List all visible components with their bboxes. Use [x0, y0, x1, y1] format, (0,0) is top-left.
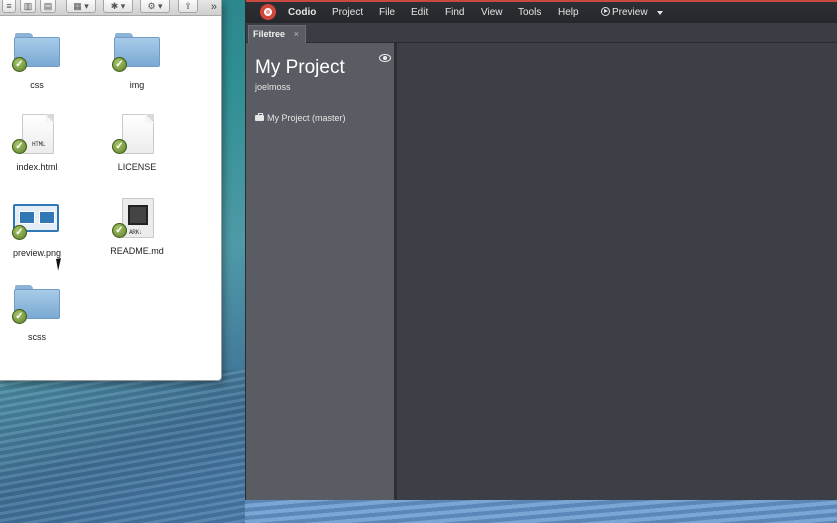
synced-check-icon: ✓: [112, 223, 127, 238]
codio-window: Codio Project File Edit Find View Tools …: [245, 0, 837, 500]
close-icon[interactable]: ×: [294, 26, 299, 42]
filetree-root-label: My Project (master): [267, 113, 346, 123]
codio-logo-icon[interactable]: [260, 4, 276, 20]
doc-type-tag: ARK↓: [129, 229, 143, 236]
toolbar-overflow-icon[interactable]: »: [211, 0, 217, 14]
synced-check-icon: ✓: [12, 57, 27, 72]
image-file-icon: ✓: [12, 198, 62, 246]
synced-check-icon: ✓: [12, 225, 27, 240]
chevron-down-icon[interactable]: [657, 11, 663, 15]
finder-window: ≡ ▥ ▤ ▦ ▾ ✱ ▾ ⚙ ▾ ⇪ » ✓ css ✓ img HTML ✓…: [0, 0, 222, 381]
coverflow-view-icon[interactable]: ▤: [40, 0, 56, 13]
menu-view[interactable]: View: [481, 2, 503, 23]
finder-item-label: LICENSE: [117, 162, 157, 172]
finder-item-label: README.md: [110, 246, 164, 256]
filetree-panel: My Project joelmoss My Project (master): [246, 43, 397, 500]
arrange-icon[interactable]: ▦ ▾: [66, 0, 96, 13]
finder-item-preview-png[interactable]: ✓ preview.png: [0, 198, 77, 258]
preview-button[interactable]: Preview: [601, 2, 648, 23]
finder-item-label: index.html: [16, 162, 58, 172]
menu-help[interactable]: Help: [558, 2, 579, 23]
play-circle-icon: [601, 7, 610, 16]
desktop-wave: [0, 370, 250, 523]
settings-gear-icon[interactable]: ⚙ ▾: [140, 0, 170, 13]
tab-filetree[interactable]: Filetree ×: [248, 25, 306, 43]
desktop-bottom: [245, 500, 837, 523]
project-owner: joelmoss: [255, 82, 291, 92]
synced-check-icon: ✓: [112, 139, 127, 154]
app-name: Codio: [288, 7, 317, 18]
list-view-icon[interactable]: ≡: [2, 0, 16, 13]
briefcase-icon: [255, 113, 264, 121]
folder-icon: ✓: [12, 282, 62, 330]
tab-label: Filetree: [253, 29, 286, 39]
column-view-icon[interactable]: ▥: [20, 0, 36, 13]
codio-menubar: Codio Project File Edit Find View Tools …: [246, 0, 837, 23]
finder-item-css[interactable]: ✓ css: [0, 30, 77, 90]
folder-icon: ✓: [12, 30, 62, 78]
tab-bar: Filetree ×: [246, 23, 837, 43]
menu-project[interactable]: Project: [332, 2, 363, 23]
preview-label: Preview: [612, 7, 648, 18]
menu-tools[interactable]: Tools: [518, 2, 541, 23]
menu-find[interactable]: Find: [445, 2, 464, 23]
finder-item-label: css: [30, 80, 44, 90]
finder-item-readme-md[interactable]: ARK↓ ✓ README.md: [97, 196, 177, 256]
finder-item-label: img: [129, 80, 145, 90]
project-title: My Project: [255, 57, 345, 78]
doc-type-tag: HTML: [32, 141, 46, 148]
mouse-cursor-icon: [56, 257, 68, 271]
finder-item-label: scss: [28, 332, 46, 342]
markdown-file-icon: ARK↓ ✓: [112, 196, 162, 244]
finder-item-scss[interactable]: ✓ scss: [0, 282, 77, 342]
editor-area[interactable]: [400, 43, 837, 500]
filetree-root-item[interactable]: My Project (master): [255, 113, 346, 123]
finder-item-img[interactable]: ✓ img: [97, 30, 177, 90]
share-icon[interactable]: ⇪: [178, 0, 198, 13]
action-gear-icon[interactable]: ✱ ▾: [103, 0, 133, 13]
menu-edit[interactable]: Edit: [411, 2, 428, 23]
synced-check-icon: ✓: [112, 57, 127, 72]
finder-item-index-html[interactable]: HTML ✓ index.html: [0, 112, 77, 172]
html-document-icon: HTML ✓: [12, 112, 62, 160]
folder-icon: ✓: [112, 30, 162, 78]
finder-item-license[interactable]: ✓ LICENSE: [97, 112, 177, 172]
menu-file[interactable]: File: [379, 2, 395, 23]
document-icon: ✓: [112, 112, 162, 160]
finder-toolbar: ≡ ▥ ▤ ▦ ▾ ✱ ▾ ⚙ ▾ ⇪ »: [0, 0, 221, 16]
eye-icon[interactable]: [379, 54, 391, 62]
synced-check-icon: ✓: [12, 139, 27, 154]
synced-check-icon: ✓: [12, 309, 27, 324]
